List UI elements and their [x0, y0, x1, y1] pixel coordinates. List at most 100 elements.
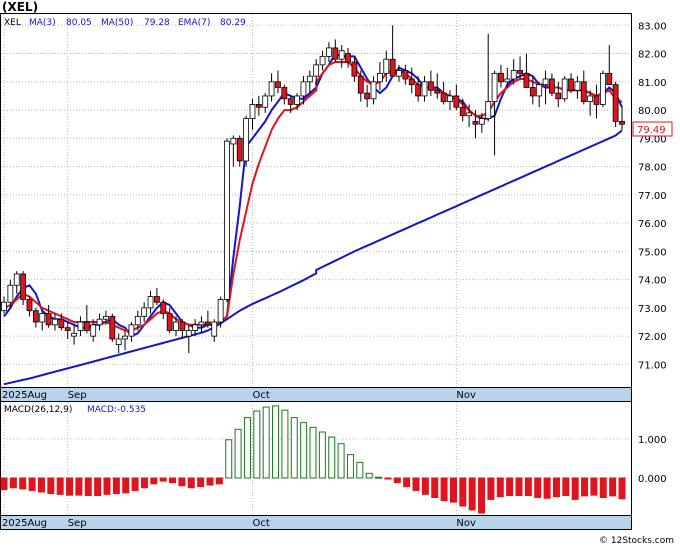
series-line-ema7 — [3, 61, 623, 332]
price-x-tick-label: 2025Aug — [2, 390, 47, 401]
candle-body — [326, 47, 332, 57]
price-y-tick-label: 81.00 — [638, 78, 667, 89]
price-x-tick-label: Oct — [252, 390, 269, 401]
candle-body — [243, 118, 250, 162]
candle-body — [255, 104, 262, 108]
candle-body — [7, 284, 14, 303]
candle-body — [517, 70, 523, 74]
macd-bar — [412, 477, 420, 491]
candle-body — [319, 55, 326, 66]
legend-ema7-label: EMA(7) — [178, 18, 210, 28]
price-y-tick-label: 75.00 — [638, 247, 667, 258]
candle-body — [224, 140, 230, 300]
legend-ma3-value: 80.05 — [66, 18, 92, 28]
macd-bar — [618, 477, 626, 500]
candle-body — [217, 299, 224, 323]
macd-bar — [309, 426, 317, 479]
price-y-tick-label: 83.00 — [638, 21, 667, 32]
macd-bar — [440, 477, 448, 502]
candle-body — [236, 137, 243, 162]
macd-bar — [19, 477, 27, 490]
macd-bar — [103, 477, 111, 495]
candle-body — [179, 321, 186, 331]
macd-bar — [159, 477, 167, 482]
macd-bar — [290, 417, 298, 479]
candle-body — [351, 61, 358, 77]
candle-body — [357, 75, 364, 94]
macd-bar — [281, 409, 289, 479]
macd-bar — [496, 477, 504, 498]
candle-body — [408, 78, 415, 86]
candle-body — [287, 98, 294, 105]
macd-bar — [431, 477, 439, 498]
candle-body — [275, 81, 281, 88]
candle-body — [103, 315, 109, 320]
macd-bar — [112, 477, 120, 495]
macd-bar — [225, 439, 233, 479]
candle-body — [370, 81, 377, 100]
candle-body — [71, 332, 77, 337]
candle-body — [574, 81, 581, 91]
candle-body — [52, 318, 58, 326]
candle-body — [389, 58, 396, 77]
macd-bar — [562, 477, 570, 497]
candle-body — [166, 313, 173, 331]
price-y-tick-label: 74.00 — [638, 276, 667, 287]
candle-body — [402, 70, 409, 80]
price-x-axis-band — [0, 387, 632, 402]
macd-bar — [421, 477, 429, 495]
candle-body — [134, 315, 141, 326]
macd-bar — [543, 477, 551, 499]
price-y-axis: 71.00 72.00 73.00 74.00 75.00 76.00 77.00 78.00… — [638, 21, 667, 371]
macd-bar — [337, 443, 345, 479]
price-x-tick-label: Sep — [68, 390, 87, 401]
candle-body — [606, 72, 613, 86]
candle-body — [198, 321, 205, 326]
series-line-ma50 — [3, 129, 623, 386]
macd-bar — [393, 477, 401, 484]
candle-body — [173, 321, 179, 331]
candle-body — [440, 92, 447, 102]
candle-body — [147, 296, 154, 309]
candle-body — [561, 78, 568, 100]
candle-body — [364, 92, 371, 100]
candle-body — [58, 318, 65, 329]
candle-body — [64, 327, 71, 331]
macd-y-axis: 0.000 1.000 — [638, 435, 667, 485]
candle-body — [498, 72, 504, 83]
macd-bar — [94, 477, 102, 497]
candle-body — [154, 296, 160, 303]
macd-bar — [524, 477, 532, 497]
candle-body — [249, 104, 256, 119]
legend-symbol: XEL — [4, 18, 21, 28]
macd-bar — [272, 405, 280, 479]
macd-bar — [206, 477, 214, 486]
macd-bar — [459, 477, 467, 507]
macd-bar — [262, 406, 270, 479]
candle-body — [536, 84, 543, 97]
candle-body — [268, 81, 275, 97]
candle-body — [281, 87, 288, 100]
candle-body — [90, 324, 97, 337]
macd-bar — [346, 454, 354, 479]
candle-body — [83, 321, 90, 331]
macd-bar — [140, 477, 148, 489]
macd-bar — [599, 477, 607, 498]
candle-body — [96, 318, 103, 326]
candle-body — [555, 92, 562, 100]
macd-bar — [552, 477, 560, 498]
candle-body — [294, 95, 300, 105]
candle-body — [383, 58, 390, 74]
macd-bar — [56, 477, 64, 495]
candle-body — [542, 78, 549, 86]
candle-body — [13, 273, 20, 286]
candle-body — [141, 307, 148, 317]
macd-bar — [243, 417, 251, 479]
macd-bar — [169, 477, 177, 484]
stock-chart: 71.00 72.00 73.00 74.00 75.00 76.00 77.00 78.00… — [0, 0, 674, 546]
legend-ma50-label: MA(50) — [101, 18, 133, 28]
macd-bar — [609, 477, 617, 497]
macd-bar — [28, 477, 36, 491]
candle-body — [612, 84, 619, 122]
macd-bar — [356, 461, 364, 479]
